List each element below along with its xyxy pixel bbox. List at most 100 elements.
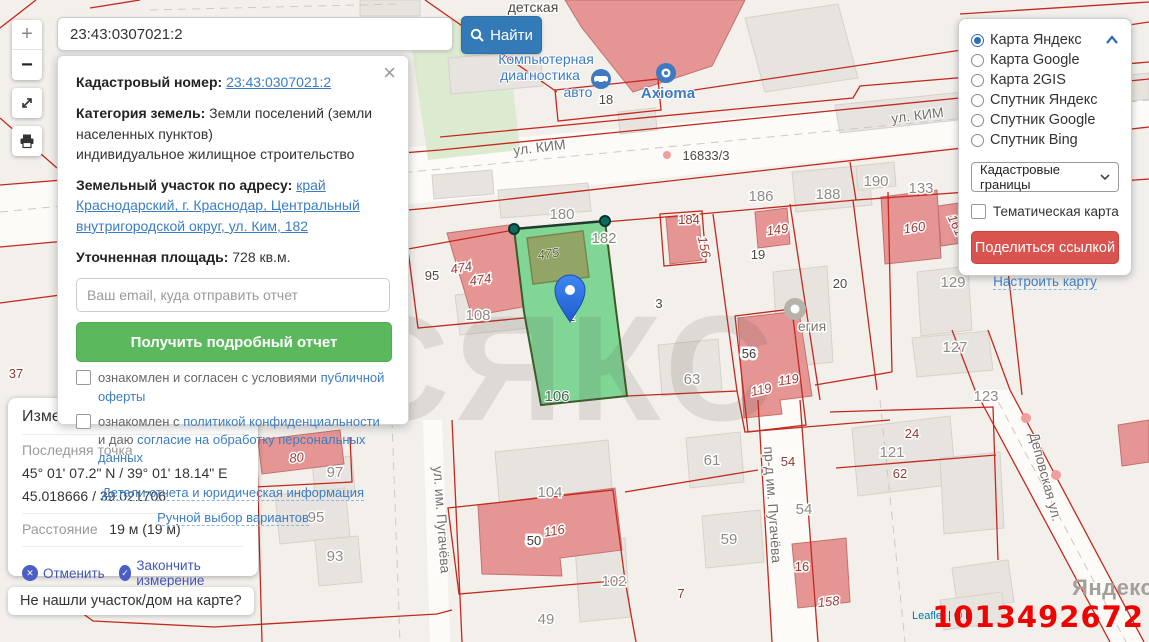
- not-found-prompt[interactable]: Не нашли участок/дом на карте?: [8, 587, 254, 615]
- layers-panel: Карта Яндекс Карта Google Карта 2GIS Спутни…: [958, 18, 1132, 276]
- radio-icon: [971, 54, 984, 67]
- manual-variants-link[interactable]: Ручной выбор вариантов: [157, 510, 309, 526]
- map-label: 475: [537, 245, 561, 263]
- search-button-label: Найти: [490, 27, 533, 44]
- get-report-button[interactable]: Получить подробный отчет: [76, 322, 392, 362]
- cancel-icon: ✕: [22, 565, 38, 581]
- layer-option-2[interactable]: Карта Google: [971, 50, 1119, 70]
- car-service-icon[interactable]: [591, 69, 611, 89]
- map-label: диагностика: [500, 67, 580, 83]
- map-label: 104: [537, 484, 562, 501]
- gray-poi-icon[interactable]: [784, 298, 806, 320]
- map-label: 59: [721, 531, 738, 548]
- layer-option-5[interactable]: Спутник Google: [971, 110, 1119, 130]
- map-label: 184: [678, 212, 700, 227]
- map-label: детская: [508, 0, 559, 15]
- yandex-logo: Яндекс: [1072, 575, 1149, 601]
- check-icon: ✓: [119, 565, 132, 581]
- map-label: 190: [863, 173, 888, 190]
- report-details-link[interactable]: Детали отчета и юридическая информация: [102, 485, 364, 501]
- offer-agreement-text: ознакомлен и согласен с условиями публич…: [98, 369, 390, 405]
- fullscreen-button[interactable]: [12, 88, 42, 118]
- map-label: 37: [9, 366, 23, 381]
- collapse-panel-button[interactable]: [1105, 32, 1119, 50]
- overlay-select-value: Кадастровые границы: [980, 162, 1110, 192]
- radio-icon: [971, 134, 984, 147]
- thematic-checkbox[interactable]: [971, 204, 986, 219]
- cadastral-number-row: Кадастровый номер: 23:43:0307021:2: [76, 72, 390, 92]
- map-label: 160: [903, 219, 927, 237]
- parcel-info-panel: × Кадастровый номер: 23:43:0307021:2 Кат…: [57, 55, 409, 425]
- layer-option-label: Карта Яндекс: [990, 32, 1082, 48]
- map-label: 180: [549, 206, 574, 223]
- zoom-out-button[interactable]: −: [12, 50, 42, 80]
- map-label: 133: [908, 180, 933, 197]
- area-label: Уточненная площадь:: [76, 249, 228, 265]
- configure-map-link[interactable]: Настроить карту: [993, 274, 1097, 290]
- area-row: Уточненная площадь: 728 кв.м.: [76, 247, 390, 267]
- zoom-control: + −: [12, 20, 42, 80]
- map-label: 106: [544, 388, 569, 405]
- cadastral-number-label: Кадастровый номер:: [76, 74, 222, 90]
- close-icon[interactable]: ×: [383, 62, 396, 84]
- radio-icon: [971, 94, 984, 107]
- map-label: 61: [704, 452, 721, 469]
- map-label: 3: [655, 296, 662, 311]
- chevron-up-icon: [1105, 35, 1119, 45]
- map-label: 19: [751, 247, 765, 262]
- map-label: 121: [879, 444, 904, 461]
- thematic-label: Тематическая карта: [993, 204, 1119, 219]
- layer-option-6[interactable]: Спутник Bing: [971, 130, 1119, 150]
- personal-data-link[interactable]: согласие на обработку персональных данны…: [98, 432, 365, 465]
- radio-icon: [971, 34, 984, 47]
- map-label: 49: [538, 611, 555, 628]
- search-button[interactable]: Найти: [461, 16, 542, 54]
- axioma-poi-icon[interactable]: [656, 63, 676, 83]
- map-label: авто: [564, 84, 593, 100]
- map-label: 20: [833, 276, 847, 291]
- last-point-dms: 45° 01' 07.2" N / 39° 01' 18.14" E: [22, 465, 244, 481]
- map-label: 62: [893, 466, 907, 481]
- map-label: 182: [591, 230, 616, 247]
- layer-options-list: Карта Яндекс Карта Google Карта 2GIS Спутни…: [971, 30, 1119, 150]
- map-label: 186: [748, 188, 773, 205]
- zoom-in-button[interactable]: +: [12, 20, 42, 50]
- map-label: 108: [465, 307, 490, 324]
- privacy-checkbox[interactable]: [76, 414, 91, 429]
- cadastral-number-link[interactable]: 23:43:0307021:2: [226, 74, 331, 90]
- map-label: Axioma: [641, 85, 696, 102]
- map-label: 95: [425, 268, 439, 283]
- map-label: 123: [973, 388, 998, 405]
- map-label: 474: [469, 271, 493, 289]
- address-label: Земельный участок по адресу:: [76, 177, 292, 193]
- search-icon: [470, 28, 484, 42]
- print-button[interactable]: [12, 126, 42, 156]
- radio-icon: [971, 74, 984, 87]
- category-label: Категория земель:: [76, 105, 205, 121]
- layer-option-label: Спутник Bing: [990, 132, 1078, 148]
- overlay-select[interactable]: Кадастровые границы: [971, 162, 1119, 192]
- share-link-button[interactable]: Поделиться ссылкой: [971, 231, 1119, 264]
- radio-icon: [971, 114, 984, 127]
- privacy-agreement-text: ознакомлен с политикой конфиденциальност…: [98, 413, 390, 468]
- layer-option-4[interactable]: Спутник Яндекс: [971, 90, 1119, 110]
- search-input[interactable]: [57, 17, 453, 51]
- map-label: 7: [677, 586, 684, 601]
- map-label: 54: [796, 501, 813, 518]
- thematic-map-toggle[interactable]: Тематическая карта: [971, 203, 1119, 219]
- cancel-measure-button[interactable]: ✕ Отменить: [22, 565, 105, 581]
- map-label: 149: [766, 221, 790, 239]
- privacy-policy-link[interactable]: политикой конфиденциальности: [183, 414, 380, 429]
- category-extra: индивидуальное жилищное строительство: [76, 146, 354, 162]
- offer-checkbox[interactable]: [76, 370, 91, 385]
- layer-option-label: Карта Google: [990, 52, 1080, 68]
- finish-measure-button[interactable]: ✓ Закончить измерение: [119, 558, 244, 588]
- overlay-id-number: 1013492672: [932, 600, 1144, 634]
- layer-option-label: Карта 2GIS: [990, 72, 1066, 88]
- map-label: 16833/3: [683, 148, 730, 163]
- map-label: 188: [815, 186, 840, 203]
- map-label: 63: [684, 371, 701, 388]
- email-field[interactable]: [76, 278, 390, 312]
- layer-option-1[interactable]: Карта Яндекс: [971, 30, 1119, 50]
- layer-option-3[interactable]: Карта 2GIS: [971, 70, 1119, 90]
